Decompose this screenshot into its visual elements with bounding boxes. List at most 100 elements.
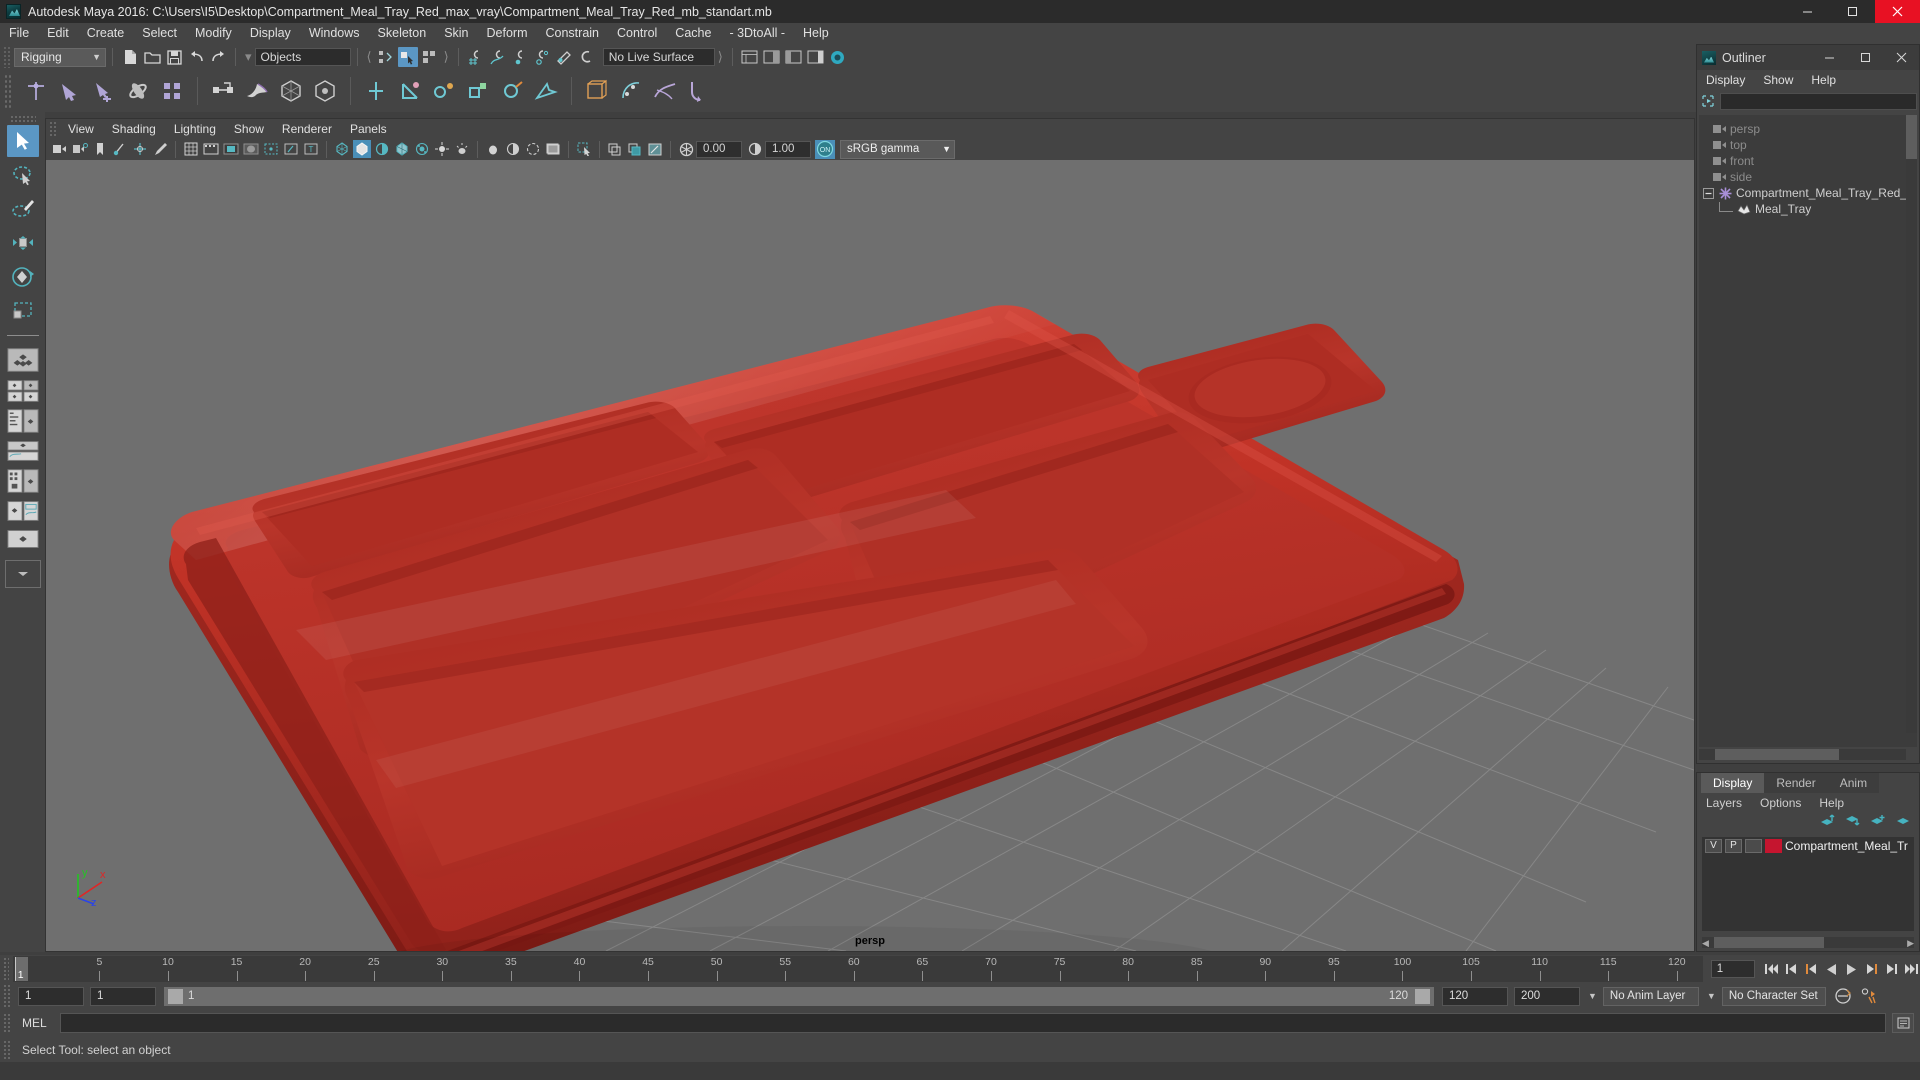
menu-item-help[interactable]: Help [794, 23, 838, 44]
safe-action-icon[interactable] [282, 140, 300, 158]
range-start-field[interactable]: 1 [90, 986, 156, 1006]
shadows-icon[interactable] [504, 140, 522, 158]
camera-attributes-icon[interactable] [71, 140, 89, 158]
new-layer-from-selected-icon[interactable] [1895, 814, 1911, 830]
outliner-tree[interactable]: persp top front side Compartment_Meal_Tray_R… [1699, 115, 1917, 747]
xray-icon[interactable] [413, 140, 431, 158]
outliner-menu-help[interactable]: Help [1802, 73, 1845, 87]
menu-item-windows[interactable]: Windows [300, 23, 369, 44]
wire-tool-icon[interactable] [648, 74, 682, 108]
gate-mask-icon[interactable] [242, 140, 260, 158]
layer-visibility-toggle[interactable]: V [1705, 838, 1722, 853]
layer-editor-tab-render[interactable]: Render [1764, 773, 1828, 793]
color-management-toggle[interactable]: ON [815, 139, 835, 159]
command-line-grip[interactable] [3, 1013, 12, 1032]
snap-to-grid-icon[interactable] [466, 47, 486, 67]
attribute-editor-icon[interactable] [762, 47, 782, 67]
hardware-texturing-icon[interactable] [626, 140, 644, 158]
new-scene-icon[interactable] [120, 47, 140, 67]
outliner-search-input[interactable] [1720, 92, 1917, 110]
menu-item-create[interactable]: Create [78, 23, 134, 44]
paint-select-tool[interactable] [7, 193, 39, 225]
panel-menu-grip[interactable] [49, 121, 57, 136]
new-layer-icon[interactable] [1870, 814, 1886, 830]
menu-item-3dtoall[interactable]: - 3DtoAll - [720, 23, 794, 44]
bookmark-icon[interactable] [91, 140, 109, 158]
step-back-frame-icon[interactable] [1803, 961, 1820, 978]
anim-end-field[interactable]: 200 [1514, 986, 1580, 1006]
wireframe-on-shaded-icon[interactable] [393, 140, 411, 158]
scroll-thumb[interactable] [1715, 749, 1839, 760]
menu-item-constrain[interactable]: Constrain [537, 23, 609, 44]
step-forward-keyframe-icon[interactable] [1883, 961, 1900, 978]
menu-item-deform[interactable]: Deform [478, 23, 537, 44]
play-backwards-icon[interactable] [1823, 961, 1840, 978]
help-line-grip[interactable] [3, 1040, 12, 1059]
menu-item-modify[interactable]: Modify [186, 23, 241, 44]
lights-default-icon[interactable] [453, 140, 471, 158]
snap-to-curve-icon[interactable] [488, 47, 508, 67]
outliner-vertical-scrollbar[interactable] [1906, 115, 1917, 733]
safe-title-icon[interactable]: T [302, 140, 320, 158]
bind-skin-icon[interactable] [206, 74, 240, 108]
outliner-item-side[interactable]: side [1699, 169, 1917, 185]
go-to-start-icon[interactable] [1763, 961, 1780, 978]
layer-row[interactable]: V P Compartment_Meal_Tr [1702, 837, 1914, 854]
shade-all-icon[interactable] [373, 140, 391, 158]
interactive-bind-icon[interactable] [240, 74, 274, 108]
panel-menu-lighting[interactable]: Lighting [165, 122, 225, 136]
texture-icon[interactable] [606, 140, 624, 158]
rotate-tool[interactable] [7, 261, 39, 293]
wrap-deformer-icon[interactable] [682, 74, 716, 108]
animation-preferences-icon[interactable] [1860, 987, 1878, 1005]
minimize-icon[interactable] [1785, 0, 1830, 23]
step-forward-frame-icon[interactable] [1863, 961, 1880, 978]
menu-item-select[interactable]: Select [133, 23, 186, 44]
orient-constraint-icon[interactable] [427, 74, 461, 108]
two-pane-stacked-layout[interactable] [6, 406, 39, 436]
open-scene-icon[interactable] [142, 47, 162, 67]
panel-menu-panels[interactable]: Panels [341, 122, 396, 136]
channel-box-icon[interactable] [806, 47, 826, 67]
show-hide-editors-icon[interactable] [740, 47, 760, 67]
select-by-component-icon[interactable] [420, 47, 440, 67]
command-language-label[interactable]: MEL [22, 1016, 60, 1030]
menu-set-selector[interactable]: Rigging ▼ [14, 47, 106, 67]
scale-tool[interactable] [7, 295, 39, 327]
resolution-gate-icon[interactable] [222, 140, 240, 158]
menu-item-skin[interactable]: Skin [435, 23, 477, 44]
toolbox-grip[interactable] [9, 115, 36, 123]
smooth-shade-icon[interactable] [353, 140, 371, 158]
point-constraint-icon[interactable] [393, 74, 427, 108]
outliner-item-persp[interactable]: persp [1699, 121, 1917, 137]
make-live-icon[interactable] [576, 47, 596, 67]
screen-space-ao-icon[interactable] [524, 140, 542, 158]
scale-constraint-icon[interactable] [461, 74, 495, 108]
parent-constraint-icon[interactable] [359, 74, 393, 108]
lights-all-icon[interactable] [484, 140, 502, 158]
panel-menu-renderer[interactable]: Renderer [273, 122, 341, 136]
command-input[interactable] [60, 1013, 1886, 1033]
outliner-item-compartment-meal-tray-red[interactable]: Compartment_Meal_Tray_Red_ [1699, 185, 1917, 201]
layout-dropdown[interactable] [4, 560, 41, 588]
move-tool[interactable] [7, 227, 39, 259]
anim-layer-selector[interactable]: No Anim Layer [1602, 986, 1699, 1006]
aim-constraint-icon[interactable] [495, 74, 529, 108]
render-view-icon[interactable] [828, 47, 848, 67]
outliner-filter-icon[interactable] [1699, 92, 1717, 110]
auto-keyframe-icon[interactable] [1834, 987, 1852, 1005]
go-to-end-icon[interactable] [1903, 961, 1920, 978]
outliner-menu-show[interactable]: Show [1754, 73, 1802, 87]
single-perspective-layout[interactable] [6, 344, 39, 376]
panel-menu-show[interactable]: Show [225, 122, 273, 136]
character-set-selector[interactable]: No Character Set [1721, 986, 1826, 1006]
snap-to-point-icon[interactable] [510, 47, 530, 67]
panel-menu-view[interactable]: View [59, 122, 103, 136]
film-origin-icon[interactable] [262, 140, 280, 158]
layer-editor-tab-anim[interactable]: Anim [1827, 773, 1880, 793]
gamma-icon[interactable] [746, 140, 764, 158]
shelf-grip[interactable] [4, 74, 13, 108]
maximize-icon[interactable] [1847, 45, 1883, 70]
persp-outliner-graph-layout[interactable] [6, 526, 39, 552]
snap-to-projected-center-icon[interactable] [532, 47, 552, 67]
